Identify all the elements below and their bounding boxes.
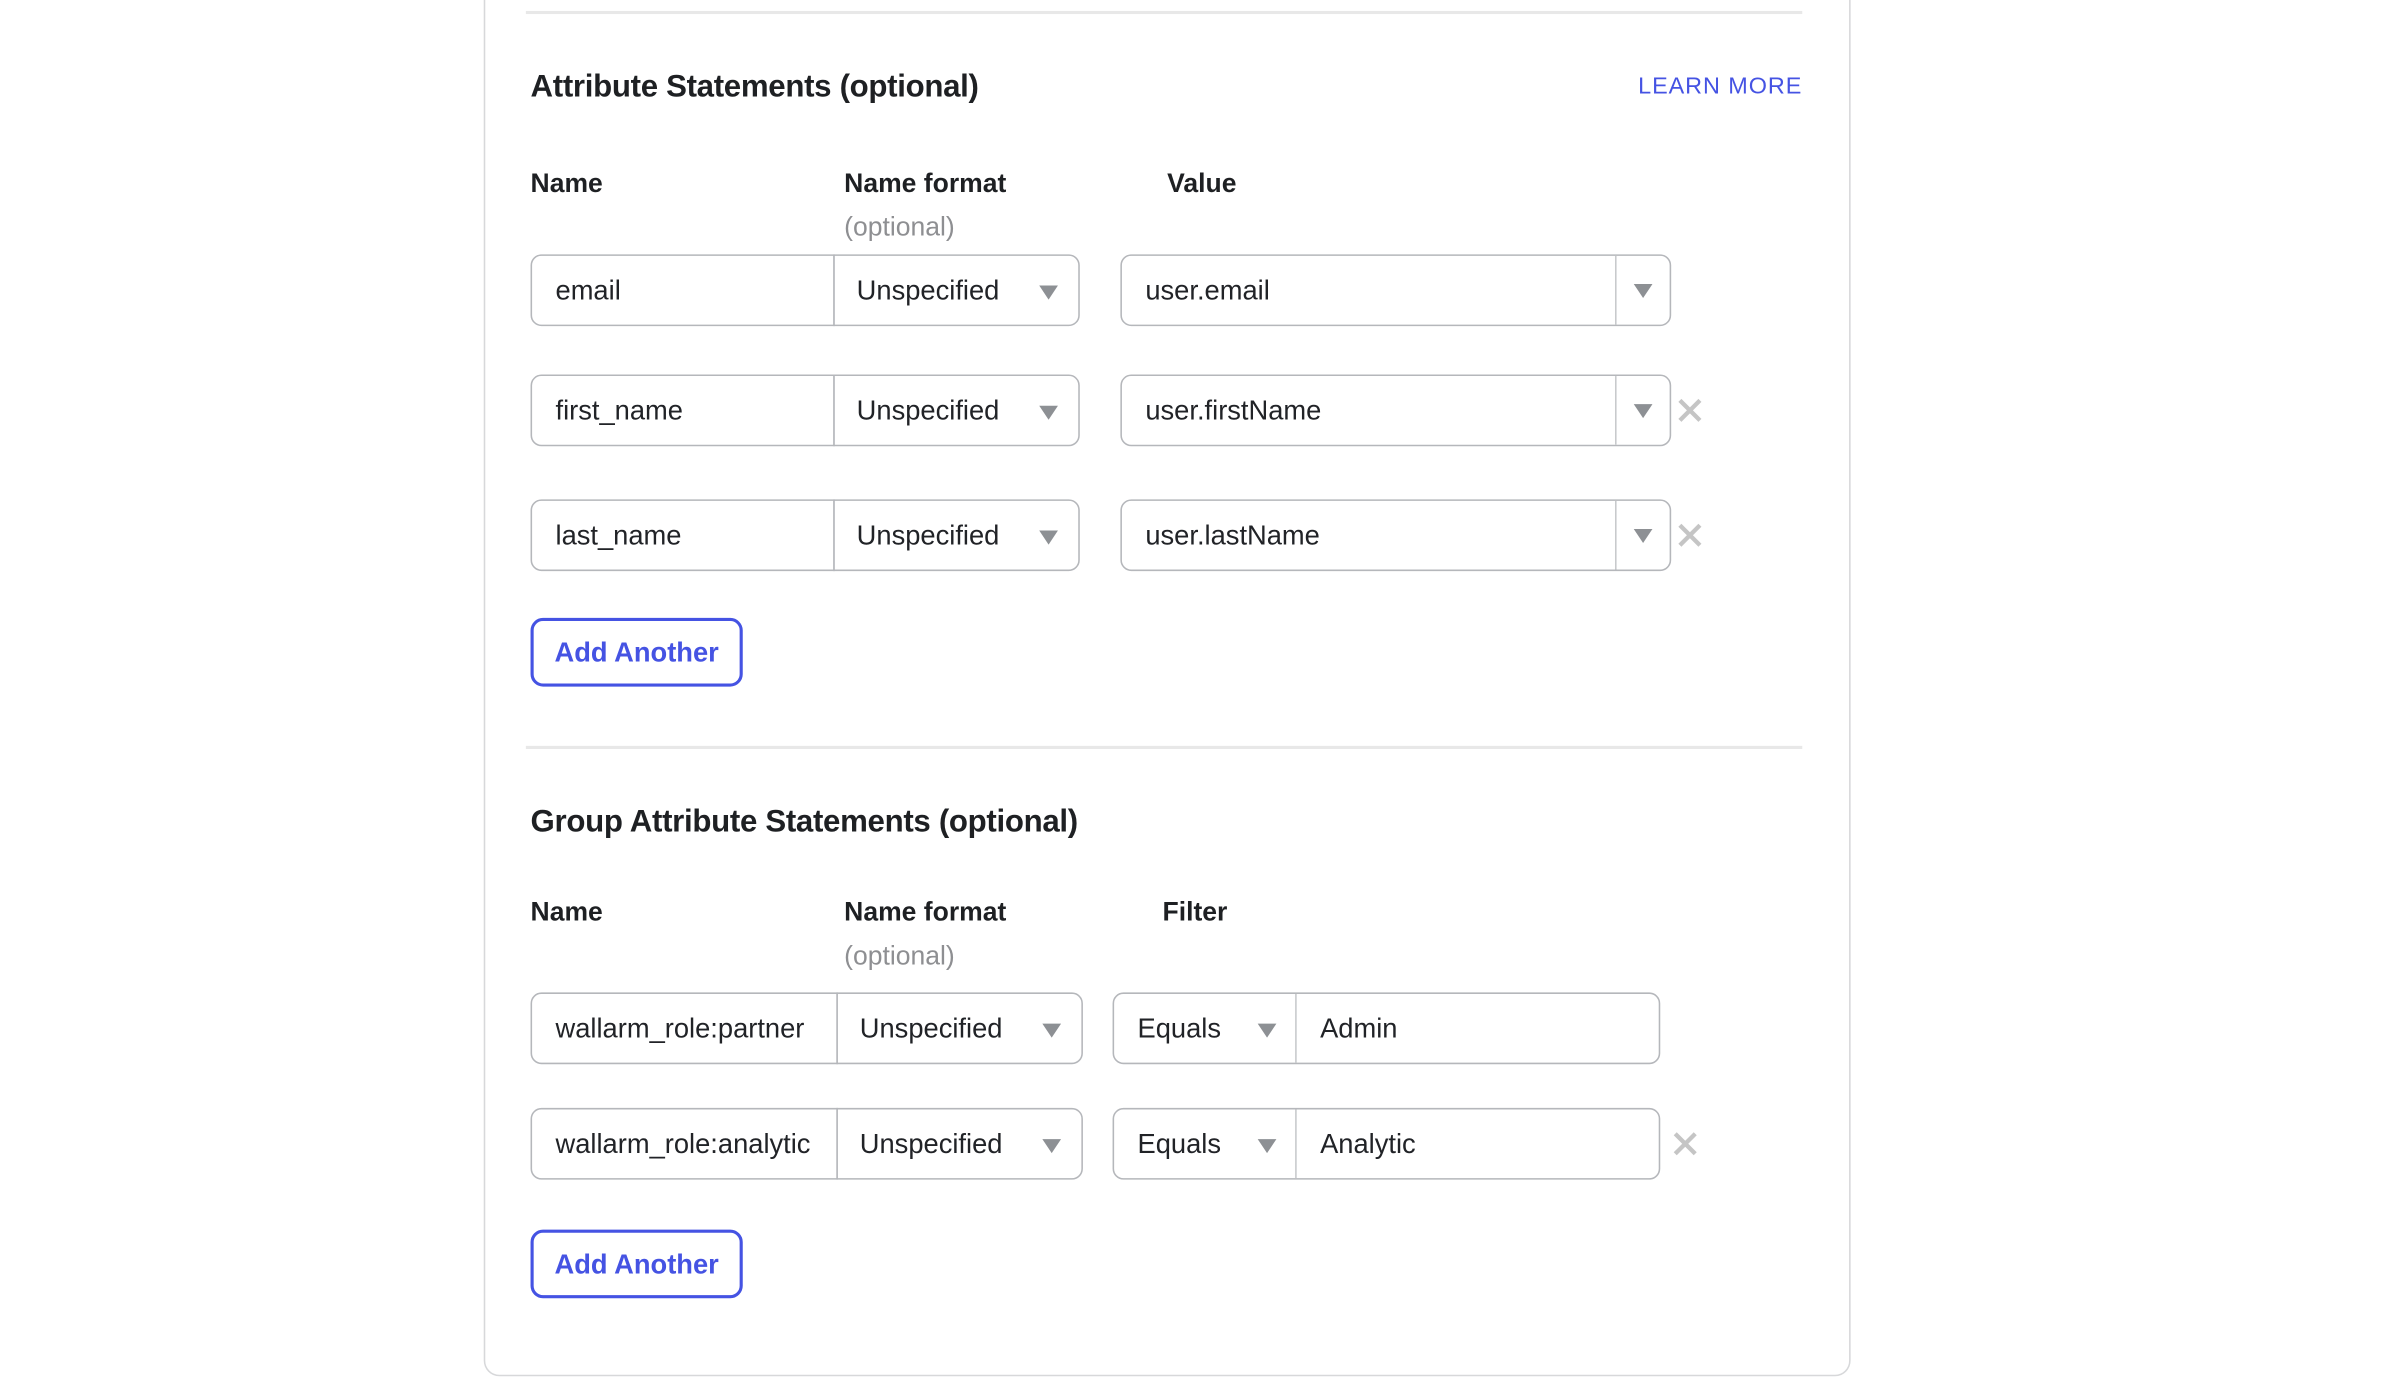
add-another-button[interactable]: Add Another <box>531 1230 743 1299</box>
group-attribute-row: Unspecified Equals <box>531 1108 1717 1180</box>
filter-type-select[interactable]: Equals <box>1114 994 1297 1063</box>
value-dropdown-button[interactable] <box>1615 501 1670 570</box>
dropdown-arrow-icon <box>1634 528 1653 542</box>
dropdown-arrow-icon <box>1042 1024 1061 1038</box>
name-format-select[interactable]: Unspecified <box>833 499 1080 571</box>
name-format-select[interactable]: Unspecified <box>833 254 1080 326</box>
attribute-value-input[interactable] <box>1122 501 1615 570</box>
column-header-name-format: Name format <box>844 897 1006 928</box>
filter-type-select[interactable]: Equals <box>1114 1109 1297 1178</box>
remove-row-button[interactable] <box>1671 392 1708 429</box>
attribute-row: Unspecified <box>531 499 1717 571</box>
filter-type-select-value: Equals <box>1138 1012 1222 1045</box>
dropdown-arrow-icon <box>1258 1139 1277 1153</box>
dropdown-arrow-icon <box>1039 286 1058 300</box>
column-header-filter: Filter <box>1162 897 1227 928</box>
name-format-select-value: Unspecified <box>857 394 1000 427</box>
column-header-name-format-hint: (optional) <box>844 941 955 972</box>
filter-combo: Equals <box>1113 1108 1661 1180</box>
name-format-select[interactable]: Unspecified <box>836 1108 1083 1180</box>
name-format-select-value: Unspecified <box>857 274 1000 307</box>
page: Attribute Statements (optional) LEARN MO… <box>0 0 2403 1399</box>
mid-section-divider <box>526 746 1802 749</box>
name-format-select-value: Unspecified <box>860 1127 1003 1160</box>
attribute-name-input[interactable] <box>531 254 835 326</box>
add-another-button[interactable]: Add Another <box>531 618 743 687</box>
learn-more-link[interactable]: LEARN MORE <box>1638 73 1802 100</box>
column-header-value: Value <box>1167 169 1236 200</box>
value-dropdown-button[interactable] <box>1615 256 1670 325</box>
filter-value-input[interactable] <box>1297 1109 1659 1178</box>
value-combo-select <box>1120 254 1671 326</box>
filter-value-input[interactable] <box>1297 994 1659 1063</box>
attribute-statements-title: Attribute Statements (optional) <box>531 70 979 106</box>
group-name-input[interactable] <box>531 1108 838 1180</box>
remove-row-button[interactable] <box>1667 1125 1704 1162</box>
dropdown-arrow-icon <box>1634 403 1653 417</box>
remove-icon <box>1673 518 1707 552</box>
name-format-select-value: Unspecified <box>860 1012 1003 1045</box>
group-name-input[interactable] <box>531 992 838 1064</box>
attribute-value-input[interactable] <box>1122 256 1615 325</box>
filter-type-select-value: Equals <box>1138 1127 1222 1160</box>
attribute-row: Unspecified <box>531 374 1717 446</box>
column-header-name: Name <box>531 169 603 200</box>
filter-combo: Equals <box>1113 992 1661 1064</box>
name-format-select[interactable]: Unspecified <box>836 992 1083 1064</box>
attribute-row: Unspecified <box>531 254 1717 326</box>
value-combo-select <box>1120 374 1671 446</box>
group-attribute-row: Unspecified Equals <box>531 992 1717 1064</box>
dropdown-arrow-icon <box>1039 531 1058 545</box>
name-format-select-value: Unspecified <box>857 519 1000 552</box>
dropdown-arrow-icon <box>1042 1139 1061 1153</box>
column-header-name-format: Name format <box>844 169 1006 200</box>
dropdown-arrow-icon <box>1258 1024 1277 1038</box>
attribute-name-input[interactable] <box>531 499 835 571</box>
group-attribute-statements-title: Group Attribute Statements (optional) <box>531 805 1078 841</box>
attribute-name-input[interactable] <box>531 374 835 446</box>
remove-icon <box>1673 393 1707 427</box>
settings-canvas: Attribute Statements (optional) LEARN MO… <box>0 0 2403 1399</box>
top-section-divider <box>526 11 1802 14</box>
attribute-value-input[interactable] <box>1122 376 1615 445</box>
dropdown-arrow-icon <box>1039 406 1058 420</box>
column-header-name-format-hint: (optional) <box>844 212 955 243</box>
name-format-select[interactable]: Unspecified <box>833 374 1080 446</box>
value-combo-select <box>1120 499 1671 571</box>
remove-row-button[interactable] <box>1671 516 1708 553</box>
column-header-name: Name <box>531 897 603 928</box>
remove-icon <box>1668 1127 1702 1161</box>
dropdown-arrow-icon <box>1634 283 1653 297</box>
value-dropdown-button[interactable] <box>1615 376 1670 445</box>
